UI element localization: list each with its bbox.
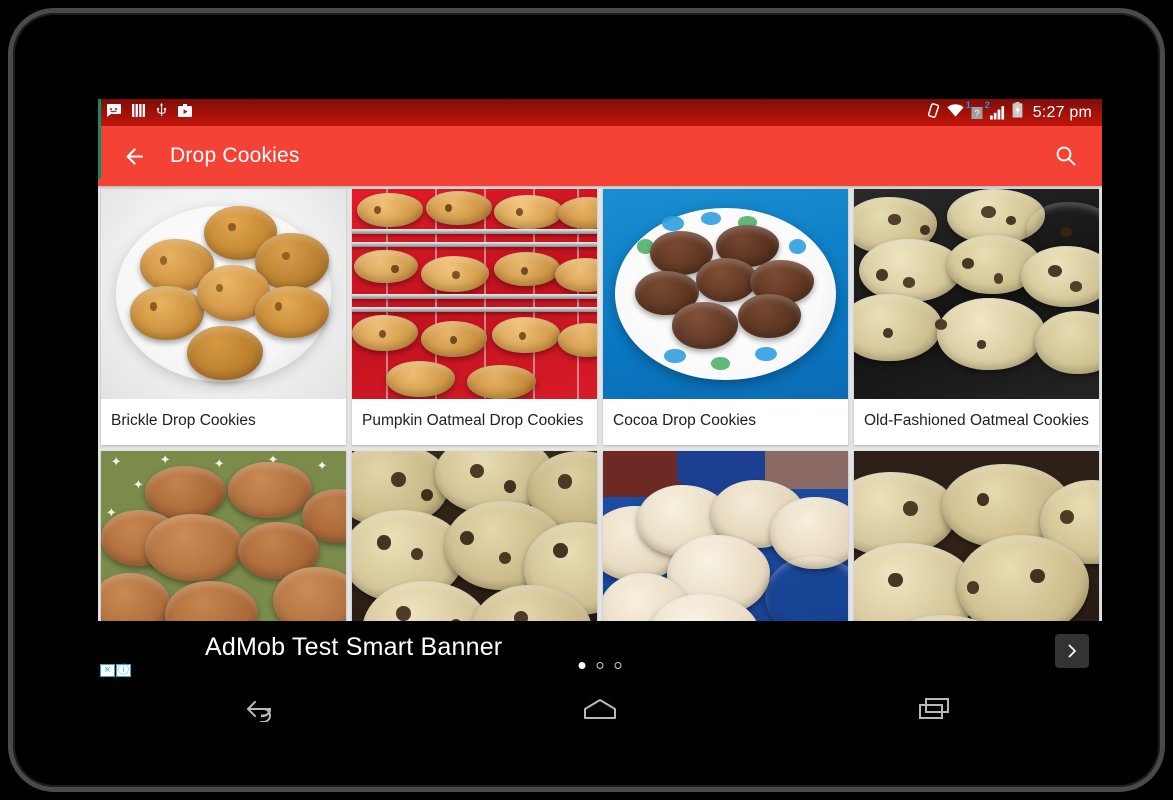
sim2-signal-icon: 2 — [985, 100, 1005, 120]
recipe-image-pumpkin-oatmeal-drop-cookies — [352, 189, 597, 399]
device-screen: 1 ? 2 5:27 pm Drop Cookies Brickle Drop … — [98, 99, 1102, 681]
sim-toolkit-icon — [132, 103, 145, 122]
chevron-right-icon[interactable] — [1055, 634, 1089, 668]
recipe-card[interactable]: Brickle Drop Cookies — [101, 189, 346, 445]
page-dot[interactable] — [578, 662, 586, 669]
recipe-title: Old-Fashioned Oatmeal Cookies — [864, 412, 1089, 429]
admob-banner[interactable]: AdMob Test Smart Banner × ⓘ — [98, 621, 1102, 681]
screen-edge-strip — [98, 99, 101, 179]
close-icon[interactable]: × — [100, 664, 115, 677]
messaging-icon — [106, 103, 121, 122]
battery-charging-icon — [1012, 102, 1023, 123]
sim2-index-label: 2 — [984, 100, 990, 110]
status-bar-clock: 5:27 pm — [1032, 103, 1092, 121]
vibrate-icon — [927, 102, 940, 123]
usb-icon — [156, 103, 167, 122]
android-navigation-bar — [98, 681, 1102, 737]
status-bar: 1 ? 2 5:27 pm — [98, 99, 1102, 126]
nav-home-icon[interactable] — [555, 685, 645, 733]
status-bar-right-icons: 1 ? 2 5:27 pm — [927, 100, 1092, 123]
admob-page-dots — [578, 662, 622, 669]
admob-badges: × ⓘ — [100, 664, 131, 677]
back-arrow-icon[interactable] — [114, 136, 154, 176]
recipe-image-old-fashioned-oatmeal-cookies — [854, 189, 1099, 399]
nav-recents-icon[interactable] — [890, 685, 980, 733]
page-dot[interactable] — [614, 662, 622, 669]
sim1-index-label: 1 — [965, 100, 971, 110]
recipe-title: Cocoa Drop Cookies — [613, 412, 757, 429]
recipe-card[interactable]: Old-Fashioned Oatmeal Cookies — [854, 189, 1099, 445]
nav-back-icon[interactable] — [220, 685, 310, 733]
recipe-image-brickle-drop-cookies — [101, 189, 346, 399]
page-dot[interactable] — [596, 662, 604, 669]
status-bar-left-icons — [106, 103, 192, 122]
page-title: Drop Cookies — [170, 144, 300, 167]
recipe-card[interactable]: Pumpkin Oatmeal Drop Cookies — [352, 189, 597, 445]
recipe-card[interactable]: Cocoa Drop Cookies — [603, 189, 848, 445]
recipe-image-cocoa-drop-cookies — [603, 189, 848, 399]
sim1-unknown-signal-icon: 1 ? — [966, 100, 983, 120]
svg-text:?: ? — [974, 109, 979, 119]
device-frame: 1 ? 2 5:27 pm Drop Cookies Brickle Drop … — [8, 8, 1165, 792]
recipe-title: Pumpkin Oatmeal Drop Cookies — [362, 412, 584, 429]
wifi-icon — [947, 103, 964, 122]
media-icon — [178, 103, 192, 122]
search-icon[interactable] — [1046, 136, 1086, 176]
recipe-grid: Brickle Drop Cookies Pumpkin Oatmeal Dro… — [98, 186, 1102, 681]
app-toolbar: Drop Cookies — [98, 126, 1102, 186]
admob-banner-text: AdMob Test Smart Banner — [205, 633, 503, 661]
info-icon[interactable]: ⓘ — [116, 664, 131, 677]
recipe-title: Brickle Drop Cookies — [111, 412, 256, 429]
recipe-grid-scroll[interactable]: Brickle Drop Cookies Pumpkin Oatmeal Dro… — [98, 186, 1102, 681]
